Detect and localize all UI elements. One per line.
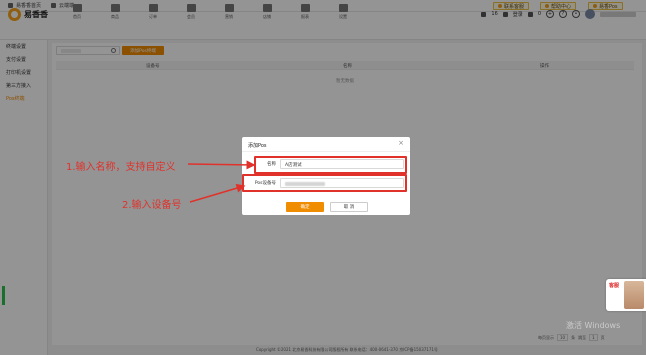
annotation-arrows <box>187 160 256 203</box>
windows-watermark: 激活 Windows <box>566 321 621 330</box>
chat-widget[interactable]: 客服 <box>606 279 646 311</box>
arrow-to-name <box>187 160 256 170</box>
chat-label: 客服 <box>609 283 620 289</box>
arrow-to-device <box>189 183 246 203</box>
agent-avatar <box>624 281 644 309</box>
